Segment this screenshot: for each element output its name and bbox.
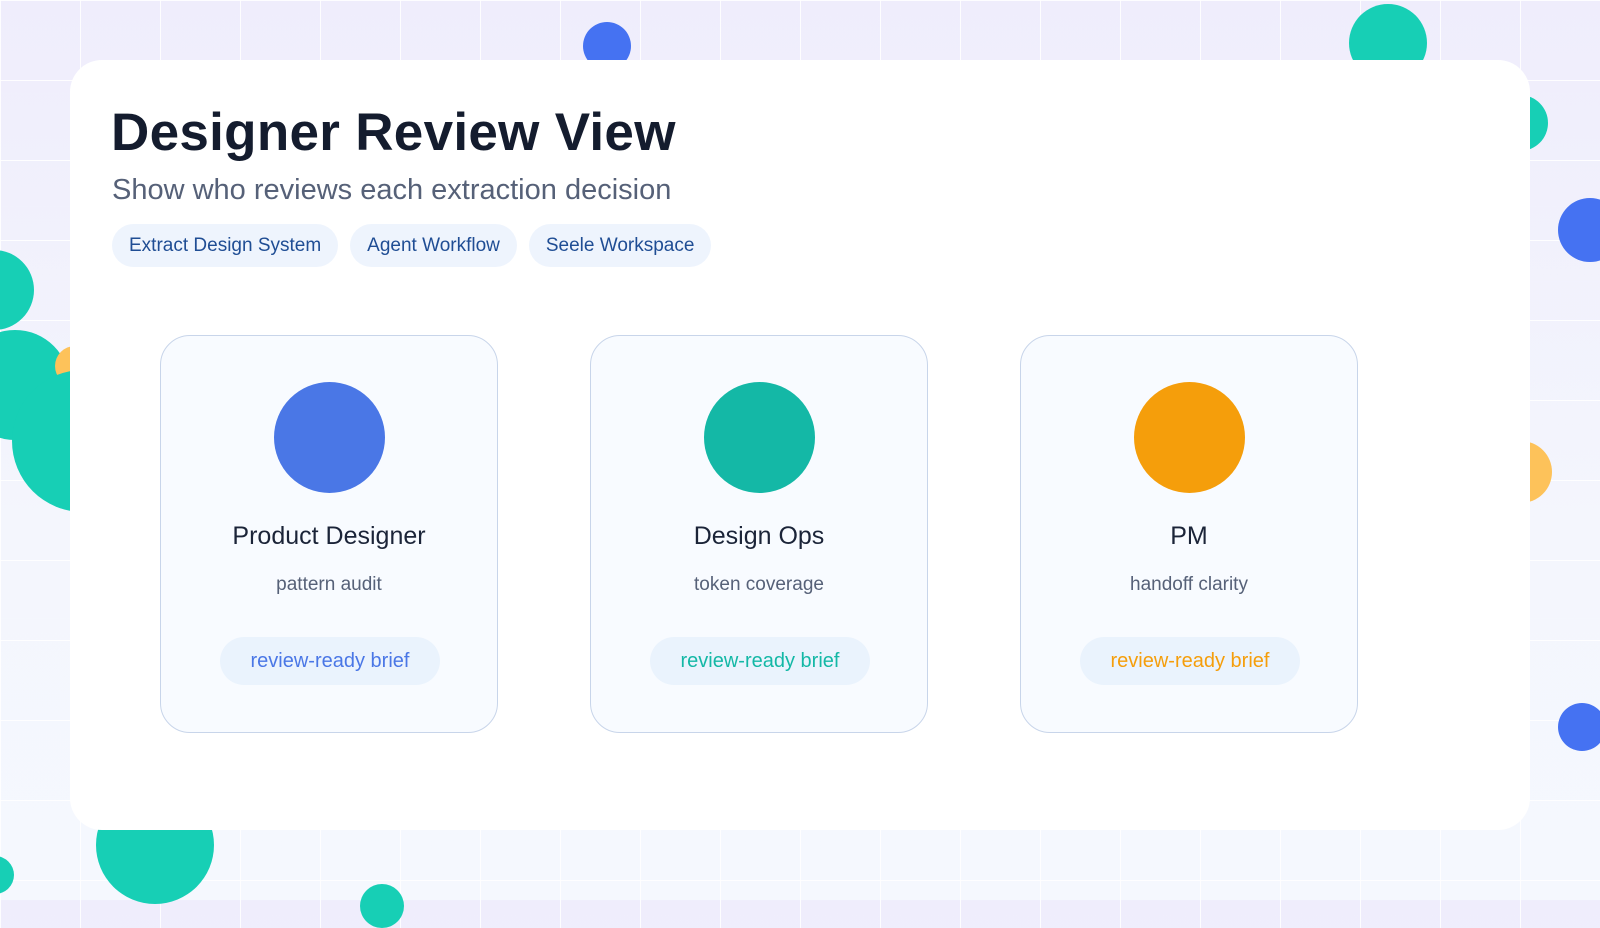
reviewer-focus: token coverage: [694, 574, 824, 595]
tag-seele-workspace[interactable]: Seele Workspace: [528, 224, 712, 267]
avatar: [704, 382, 815, 493]
avatar: [1134, 382, 1245, 493]
reviewer-focus: pattern audit: [276, 574, 382, 595]
reviewer-role: PM: [1170, 522, 1208, 550]
reviewer-role: Design Ops: [693, 522, 825, 550]
decorative-circle: [360, 884, 404, 928]
status-badge[interactable]: review-ready brief: [1080, 637, 1300, 685]
reviewer-role: Product Designer: [232, 522, 426, 550]
reviewer-card-pm[interactable]: PM handoff clarity review-ready brief: [1020, 335, 1358, 733]
decorative-circle: [0, 856, 14, 894]
tag-extract-design-system[interactable]: Extract Design System: [112, 224, 339, 267]
decorative-circle: [1558, 703, 1600, 751]
reviewer-card-product-designer[interactable]: Product Designer pattern audit review-re…: [160, 335, 498, 733]
tag-list: Extract Design System Agent Workflow See…: [112, 224, 712, 267]
review-panel: Designer Review View Show who reviews ea…: [70, 60, 1530, 830]
page-subtitle: Show who reviews each extraction decisio…: [112, 174, 672, 206]
reviewer-card-design-ops[interactable]: Design Ops token coverage review-ready b…: [590, 335, 928, 733]
tag-agent-workflow[interactable]: Agent Workflow: [350, 224, 517, 267]
page-title: Designer Review View: [111, 103, 676, 162]
status-badge[interactable]: review-ready brief: [220, 637, 440, 685]
avatar: [274, 382, 385, 493]
decorative-circle: [1558, 198, 1600, 262]
reviewer-focus: handoff clarity: [1130, 574, 1248, 595]
status-badge[interactable]: review-ready brief: [650, 637, 870, 685]
decorative-circle: [0, 250, 34, 330]
